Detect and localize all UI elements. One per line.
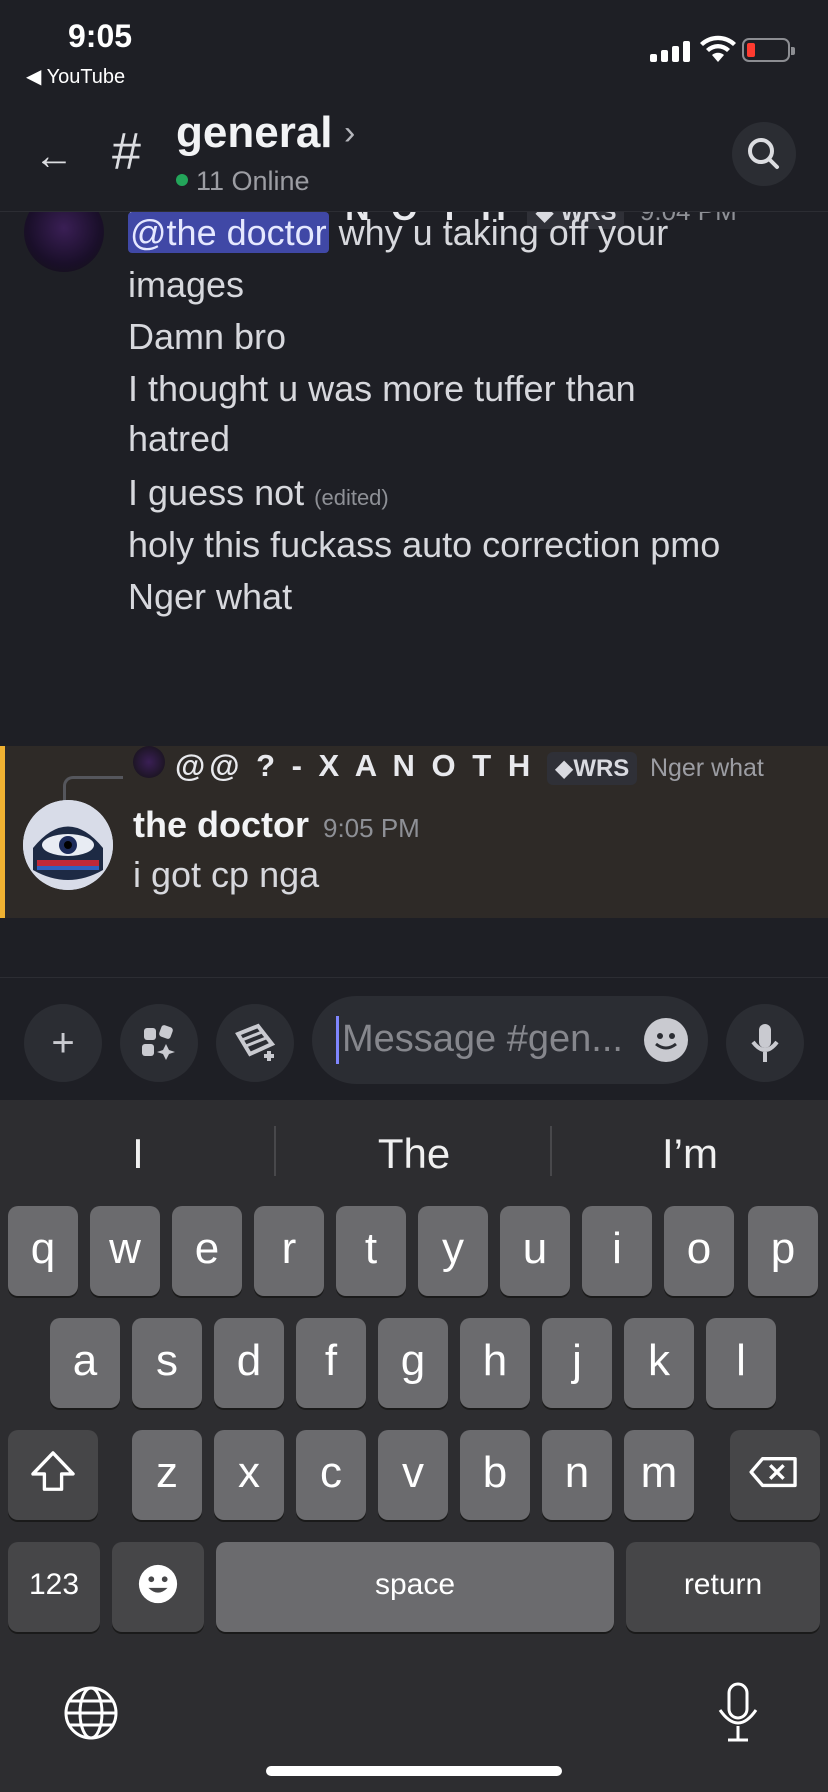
replied-avatar	[133, 746, 165, 778]
text-caret	[336, 1016, 339, 1064]
clock: 9:05	[68, 18, 133, 54]
suggestion-item[interactable]: I’m	[552, 1130, 828, 1178]
helmet-avatar-icon	[23, 800, 113, 890]
backspace-icon	[749, 1456, 797, 1488]
message-line: Nger what	[128, 576, 293, 617]
key[interactable]: g	[378, 1318, 448, 1408]
space-key[interactable]: space	[216, 1542, 614, 1632]
key[interactable]: w	[90, 1206, 160, 1296]
suggestion-item[interactable]: I	[0, 1130, 276, 1178]
key[interactable]: f	[296, 1318, 366, 1408]
dictation-microphone-icon[interactable]	[710, 1678, 766, 1748]
key[interactable]: n	[542, 1430, 612, 1520]
key[interactable]: x	[214, 1430, 284, 1520]
message-line: hatred	[128, 418, 231, 459]
online-dot-icon	[176, 173, 188, 186]
key[interactable]: c	[296, 1430, 366, 1520]
shift-icon	[31, 1451, 75, 1491]
message-line: I guess not (edited)	[128, 472, 389, 513]
avatar[interactable]	[23, 800, 113, 890]
emoji-face-icon	[138, 1564, 178, 1604]
wifi-icon	[700, 35, 736, 62]
back-to-app-link[interactable]: ◀ YouTube	[26, 64, 125, 89]
key[interactable]: h	[460, 1318, 530, 1408]
key[interactable]: p	[748, 1206, 818, 1296]
emoji-key[interactable]	[112, 1542, 204, 1632]
status-bar: 9:05 ◀ YouTube	[0, 0, 828, 100]
key[interactable]: o	[664, 1206, 734, 1296]
emoji-icon[interactable]	[644, 1018, 688, 1062]
ios-keyboard: I The I’m q w e r t y u i o p a s d f g …	[0, 1100, 828, 1792]
plus-icon: +	[51, 1021, 75, 1065]
microphone-icon	[751, 1024, 779, 1062]
reply-message[interactable]: @@ ? - X A N O T H ◆WRS Nger what the do…	[0, 746, 828, 918]
apps-icon	[142, 1025, 175, 1060]
key[interactable]: j	[542, 1318, 612, 1408]
search-button[interactable]	[732, 122, 796, 186]
replied-snippet: Nger what	[649, 754, 764, 782]
message-author[interactable]: the doctor 9:05 PM	[133, 804, 420, 846]
back-arrow-icon[interactable]: ←	[34, 134, 78, 178]
return-key[interactable]: return	[626, 1542, 820, 1632]
key[interactable]: l	[706, 1318, 776, 1408]
message-placeholder: Message #gen...	[342, 1018, 623, 1060]
add-attachment-button[interactable]: +	[24, 1004, 102, 1082]
sticker-plus-icon	[235, 1023, 276, 1061]
key[interactable]: y	[418, 1206, 488, 1296]
key[interactable]: s	[132, 1318, 202, 1408]
key[interactable]: q	[8, 1206, 78, 1296]
key[interactable]: i	[582, 1206, 652, 1296]
user-mention[interactable]: @the doctor	[128, 212, 329, 253]
key[interactable]: m	[624, 1430, 694, 1520]
chevron-right-icon[interactable]: ›	[344, 114, 355, 153]
numbers-key[interactable]: 123	[8, 1542, 100, 1632]
key[interactable]: b	[460, 1430, 530, 1520]
gift-nitro-button[interactable]	[216, 1004, 294, 1082]
search-icon	[748, 138, 779, 169]
message-composer: + Message #gen...	[0, 977, 828, 1100]
timestamp: 9:05 PM	[323, 813, 420, 843]
message-list[interactable]: @ ? - X A N O T H ◆ WRS 9:04 PM @the doc…	[0, 212, 828, 977]
guild-tag-badge: ◆WRS	[546, 752, 638, 785]
shift-key[interactable]	[8, 1430, 98, 1520]
key[interactable]: a	[50, 1318, 120, 1408]
online-count: 11 Online	[176, 166, 310, 197]
home-indicator[interactable]	[266, 1766, 562, 1776]
suggestion-item[interactable]: The	[276, 1130, 552, 1178]
edited-label: (edited)	[314, 485, 389, 510]
key[interactable]: r	[254, 1206, 324, 1296]
battery-icon	[742, 38, 795, 62]
globe-icon[interactable]	[60, 1682, 122, 1744]
message-text: i got cp nga	[133, 854, 320, 895]
key[interactable]: t	[336, 1206, 406, 1296]
channel-header: ← # general › 11 Online	[0, 100, 828, 212]
channel-title[interactable]: general	[176, 108, 333, 158]
channel-hash-icon: #	[112, 123, 141, 181]
message-line: I thought u was more tuffer than	[128, 368, 636, 409]
voice-message-button[interactable]	[726, 1004, 804, 1082]
message-input[interactable]: Message #gen...	[312, 996, 708, 1084]
key[interactable]: u	[500, 1206, 570, 1296]
apps-button[interactable]	[120, 1004, 198, 1082]
replied-author[interactable]: @@ ? - X A N O T H ◆WRS Nger what	[175, 748, 764, 785]
flame-icon: ◆	[554, 755, 574, 782]
avatar[interactable]	[24, 212, 104, 272]
message-line: holy this fuckass auto correction pmo	[128, 524, 721, 565]
message-line: Damn bro	[128, 316, 287, 357]
message-line: images	[128, 264, 245, 305]
key[interactable]: z	[132, 1430, 202, 1520]
key[interactable]: e	[172, 1206, 242, 1296]
delete-key[interactable]	[730, 1430, 820, 1520]
cellular-signal-icon	[650, 40, 694, 62]
key[interactable]: d	[214, 1318, 284, 1408]
message-line: @the doctor why u taking off your	[128, 212, 669, 253]
key[interactable]: v	[378, 1430, 448, 1520]
key[interactable]: k	[624, 1318, 694, 1408]
